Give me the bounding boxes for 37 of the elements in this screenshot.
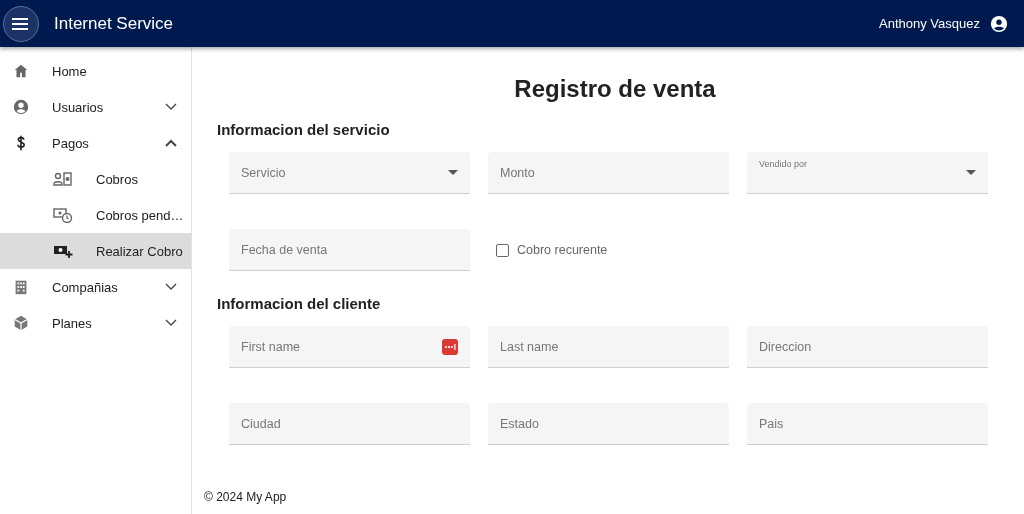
input-field[interactable]: Estado: [488, 403, 729, 445]
menu-button[interactable]: [3, 5, 39, 42]
nav-item[interactable]: Pagos: [0, 125, 191, 161]
app-title: Internet Service: [54, 13, 174, 34]
input-field[interactable]: Direccion: [747, 326, 988, 368]
nav-subitem[interactable]: Cobros pend…: [0, 197, 191, 233]
menu-icon: [12, 16, 30, 31]
input-field[interactable]: Pais: [747, 403, 988, 445]
dropdown-caret-icon: [448, 170, 458, 175]
account-circle-icon: [12, 98, 30, 116]
user-name: Anthony Vasquez: [879, 16, 980, 31]
input-field[interactable]: Last name: [488, 326, 729, 368]
package-icon: [12, 314, 30, 332]
section-title: Informacion del servicio: [217, 121, 391, 138]
home-icon: [12, 62, 30, 80]
checkbox[interactable]: Cobro recurente: [488, 229, 729, 271]
money-person-icon: [53, 171, 73, 187]
nav-item[interactable]: Home: [0, 53, 191, 89]
input-field[interactable]: Monto: [488, 152, 729, 194]
section-title: Informacion del cliente: [217, 295, 382, 312]
input-field[interactable]: First name: [229, 326, 470, 368]
account-circle-icon[interactable]: [990, 14, 1008, 33]
money-plus-icon: [53, 243, 73, 259]
money-clock-icon: [53, 207, 73, 223]
nav-item[interactable]: Planes: [0, 305, 191, 341]
dropdown-caret-icon: [966, 170, 976, 175]
select-field[interactable]: Servicio: [229, 152, 470, 194]
nav-item[interactable]: Usuarios: [0, 89, 191, 125]
select-field[interactable]: Vendido por: [747, 152, 988, 194]
password-manager-icon[interactable]: [442, 338, 458, 355]
nav-subitem[interactable]: Cobros: [0, 161, 191, 197]
page-title: Registro de venta: [513, 75, 717, 103]
input-field[interactable]: Fecha de venta: [229, 229, 470, 271]
nav-subitem[interactable]: Realizar Cobro: [0, 233, 191, 269]
input-field[interactable]: Ciudad: [229, 403, 470, 445]
nav-item[interactable]: Compañias: [0, 269, 191, 305]
footer-text: © 2024 My App: [204, 490, 288, 506]
